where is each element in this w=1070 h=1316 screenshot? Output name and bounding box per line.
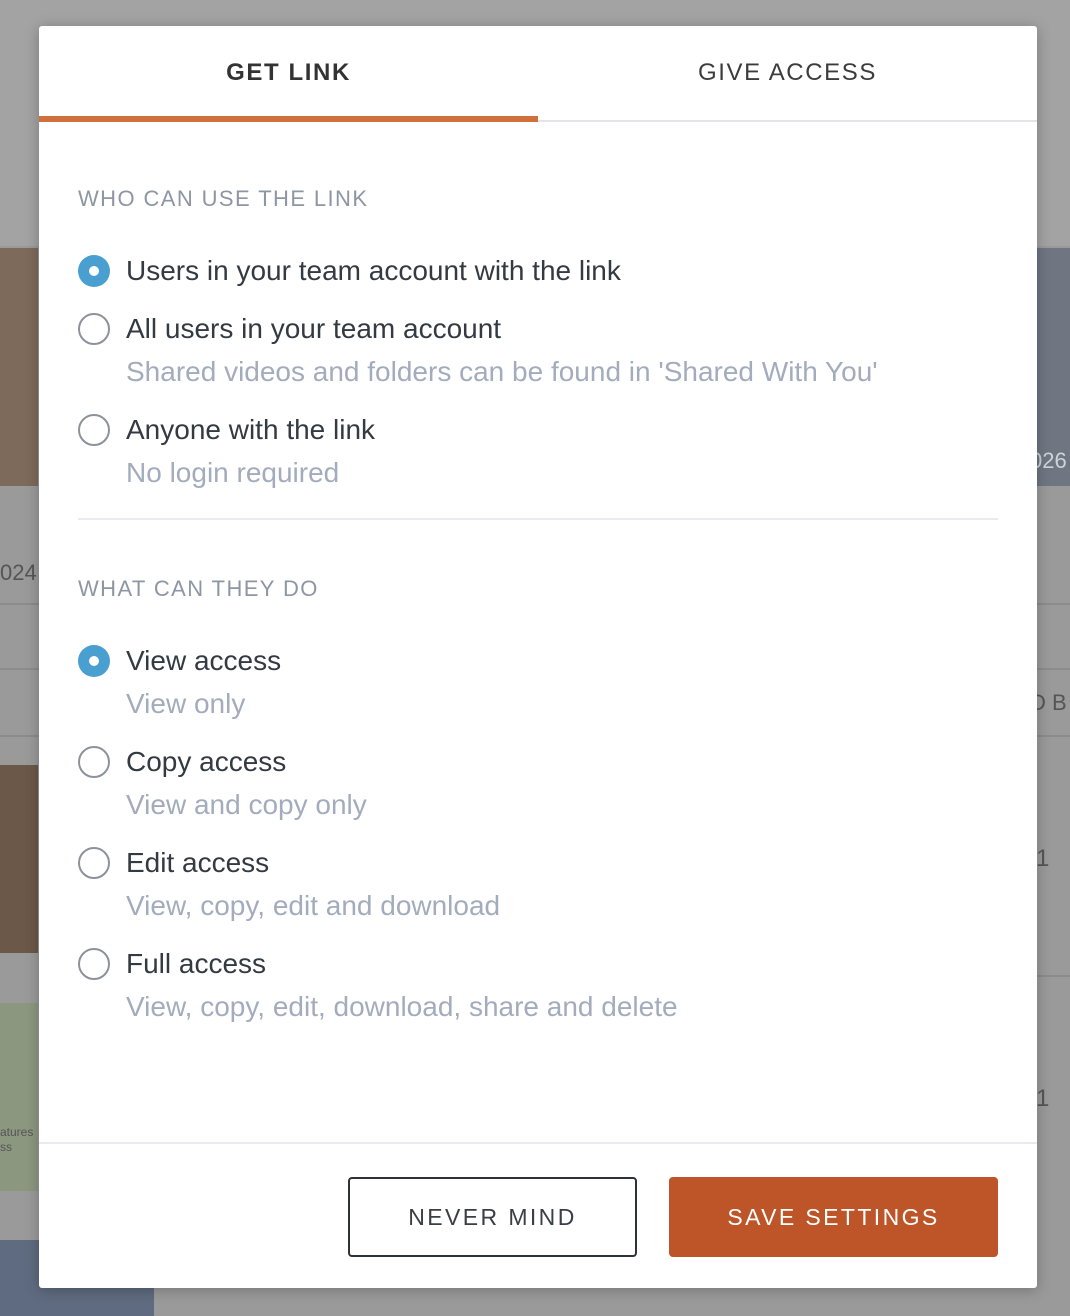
- tab-get-link[interactable]: GET LINK: [39, 26, 538, 122]
- background-divider: [1037, 735, 1070, 737]
- share-dialog: GET LINK GIVE ACCESS WHO CAN USE THE LIN…: [39, 26, 1037, 1288]
- radio-edit-access[interactable]: [78, 847, 110, 879]
- option-description: Shared videos and folders can be found i…: [126, 356, 878, 387]
- option-label: View access: [126, 645, 282, 676]
- option-label: Full access: [126, 948, 267, 979]
- tab-give-access[interactable]: GIVE ACCESS: [538, 26, 1037, 120]
- dialog-tabs: GET LINK GIVE ACCESS: [39, 26, 1037, 122]
- background-divider: [1037, 975, 1070, 977]
- option-edit-access[interactable]: Edit access View, copy, edit and downloa…: [78, 844, 998, 925]
- radio-team-with-link[interactable]: [78, 255, 110, 287]
- option-label: Anyone with the link: [126, 414, 376, 445]
- radio-all-team-users[interactable]: [78, 313, 110, 345]
- radio-copy-access[interactable]: [78, 746, 110, 778]
- option-label: Users in your team account with the link: [126, 255, 621, 286]
- radio-view-access[interactable]: [78, 645, 110, 677]
- background-thumbnail: [0, 248, 38, 486]
- option-full-access[interactable]: Full access View, copy, edit, download, …: [78, 945, 998, 1026]
- never-mind-button[interactable]: NEVER MIND: [348, 1177, 637, 1257]
- background-count: 1: [1036, 845, 1050, 872]
- option-description: View and copy only: [126, 789, 367, 820]
- option-description: No login required: [126, 457, 340, 488]
- option-team-with-link[interactable]: Users in your team account with the link: [78, 252, 998, 290]
- who-section-title: WHO CAN USE THE LINK: [78, 186, 369, 211]
- background-thumbnail: [0, 1003, 38, 1191]
- option-copy-access[interactable]: Copy access View and copy only: [78, 743, 998, 824]
- option-description: View only: [126, 688, 246, 719]
- option-description: View, copy, edit and download: [126, 890, 501, 921]
- save-settings-button[interactable]: SAVE SETTINGS: [669, 1177, 998, 1257]
- background-caption: ss: [0, 1140, 12, 1154]
- radio-full-access[interactable]: [78, 948, 110, 980]
- option-label: All users in your team account: [126, 313, 502, 344]
- option-view-access[interactable]: View access View only: [78, 642, 998, 723]
- dialog-body: WHO CAN USE THE LINK Users in your team …: [39, 122, 1037, 1026]
- background-divider: [1037, 668, 1070, 670]
- background-caption: atures: [0, 1125, 34, 1139]
- option-label: Copy access: [126, 746, 287, 777]
- section-divider: [78, 518, 998, 520]
- background-divider: [0, 668, 39, 670]
- radio-anyone-with-link[interactable]: [78, 414, 110, 446]
- option-description: View, copy, edit, download, share and de…: [126, 991, 678, 1022]
- option-label: Edit access: [126, 847, 270, 878]
- background-divider: [0, 735, 39, 737]
- dialog-footer: NEVER MIND SAVE SETTINGS: [39, 1142, 1037, 1288]
- option-anyone-with-link[interactable]: Anyone with the link No login required: [78, 411, 998, 492]
- background-date: 024: [0, 560, 37, 585]
- what-section-title: WHAT CAN THEY DO: [78, 576, 319, 601]
- background-divider: [1037, 603, 1070, 605]
- background-divider: [0, 603, 39, 605]
- option-all-team-users[interactable]: All users in your team account Shared vi…: [78, 310, 998, 391]
- background-thumbnail: [0, 765, 38, 953]
- background-count: 1: [1036, 1085, 1050, 1112]
